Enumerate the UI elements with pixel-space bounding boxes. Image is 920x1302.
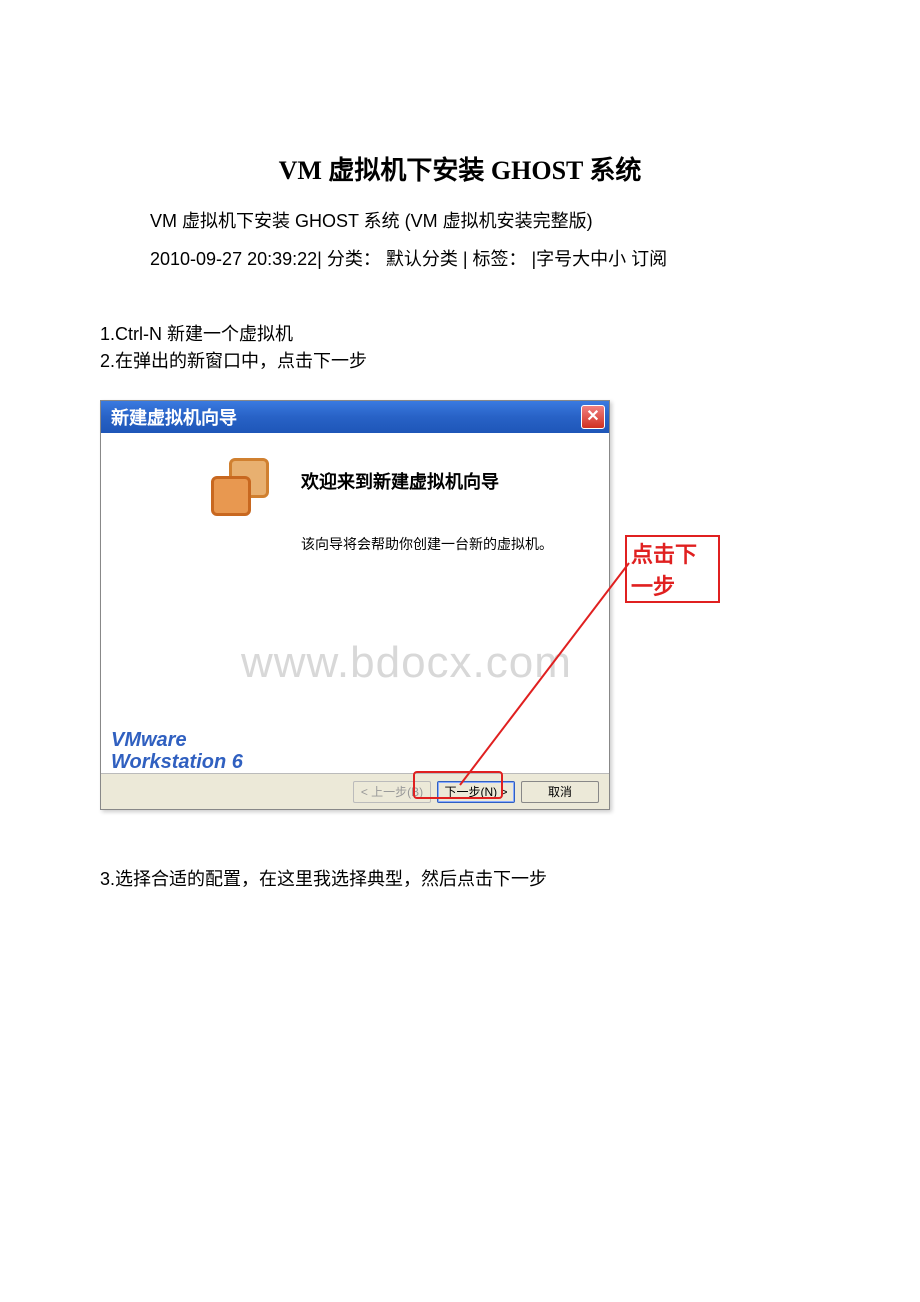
wizard-screenshot: 新建虚拟机向导 ✕ VMware Workstation 6 欢迎来到新建虚拟机… [100, 400, 720, 810]
document-metadata: 2010-09-27 20:39:22| 分类： 默认分类 | 标签： |字号大… [0, 245, 920, 321]
window-titlebar: 新建虚拟机向导 ✕ [101, 401, 609, 433]
cancel-button[interactable]: 取消 [521, 781, 599, 803]
wizard-description: 该向导将会帮助你创建一台新的虚拟机。 [301, 534, 589, 554]
wizard-window: 新建虚拟机向导 ✕ VMware Workstation 6 欢迎来到新建虚拟机… [100, 400, 610, 810]
vmware-brand-text: VMware Workstation 6 [111, 729, 243, 773]
document-subtitle: VM 虚拟机下安装 GHOST 系统 (VM 虚拟机安装完整版) [0, 207, 920, 245]
vmware-logo-icon [211, 458, 276, 523]
wizard-side-panel: VMware Workstation 6 [101, 433, 286, 773]
wizard-button-row: < 上一步(B) 下一步(N) > 取消 [101, 773, 609, 809]
close-icon[interactable]: ✕ [581, 405, 605, 429]
window-title: 新建虚拟机向导 [111, 404, 237, 430]
page-title: VM 虚拟机下安装 GHOST 系统 [0, 0, 920, 207]
annotation-click-next: 点击下一步 [625, 535, 720, 603]
step-3: 3.选择合适的配置，在这里我选择典型，然后点击下一步 [0, 810, 920, 891]
wizard-body: VMware Workstation 6 欢迎来到新建虚拟机向导 该向导将会帮助… [101, 433, 609, 773]
next-button[interactable]: 下一步(N) > [437, 781, 515, 803]
wizard-content-panel: 欢迎来到新建虚拟机向导 该向导将会帮助你创建一台新的虚拟机。 [286, 433, 609, 773]
brand-line-1: VMware [111, 729, 243, 751]
brand-line-2: Workstation 6 [111, 751, 243, 773]
back-button: < 上一步(B) [353, 781, 431, 803]
wizard-welcome-heading: 欢迎来到新建虚拟机向导 [301, 468, 589, 494]
step-1: 1.Ctrl-N 新建一个虚拟机 [0, 321, 920, 348]
step-2: 2.在弹出的新窗口中，点击下一步 [0, 348, 920, 375]
